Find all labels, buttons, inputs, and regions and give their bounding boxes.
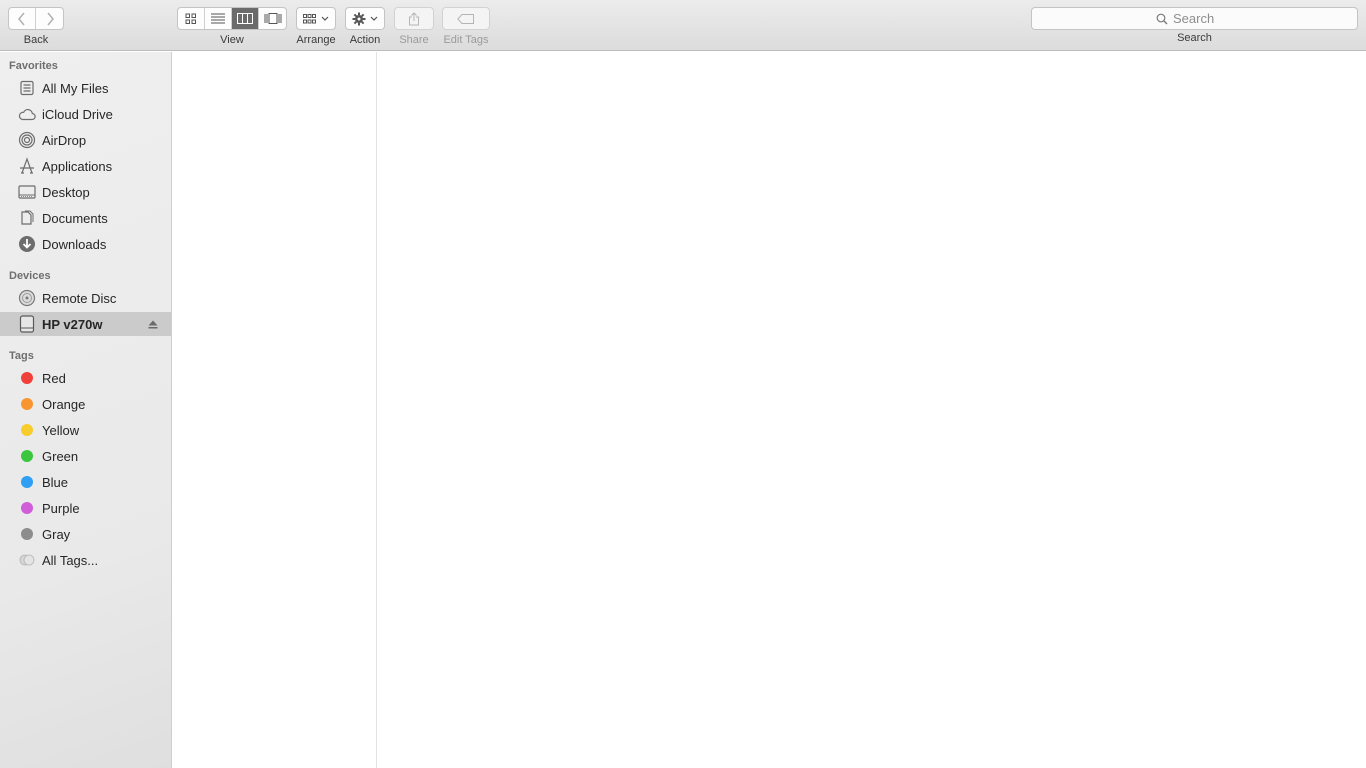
tag-color-dot-icon <box>17 498 37 518</box>
sidebar-item-remote-disc[interactable]: Remote Disc <box>0 286 171 310</box>
columns-icon <box>237 13 253 24</box>
sidebar-item-hp-v270w[interactable]: HP v270w <box>0 312 171 336</box>
back-button[interactable] <box>9 8 36 29</box>
sidebar-tag-all-tags[interactable]: All Tags... <box>0 548 171 572</box>
column-view-button[interactable] <box>232 8 259 29</box>
view-group: View <box>177 7 287 47</box>
icon-view-button[interactable] <box>178 8 205 29</box>
tags-heading: Tags <box>9 350 34 362</box>
cloud-icon <box>17 104 37 124</box>
list-view-button[interactable] <box>205 8 232 29</box>
sidebar-tag-blue[interactable]: Blue <box>0 470 171 494</box>
sidebar-item-label: All My Files <box>42 80 109 96</box>
sidebar-item-airdrop[interactable]: AirDrop <box>0 128 171 152</box>
sidebar-item-label: All Tags... <box>42 552 99 568</box>
search-field[interactable] <box>1031 7 1358 30</box>
tag-color-dot-icon <box>17 394 37 414</box>
share-group: Share <box>394 7 434 47</box>
arrange-button[interactable] <box>296 7 336 30</box>
arrange-grid-icon <box>303 13 329 23</box>
edit-tags-group: Edit Tags <box>442 7 490 47</box>
sidebar-item-label: Green <box>42 448 79 464</box>
sidebar-item-downloads[interactable]: Downloads <box>0 232 171 256</box>
sidebar-item-label: Yellow <box>42 422 80 438</box>
tag-icon <box>457 13 474 24</box>
applications-icon <box>17 156 37 176</box>
sidebar-item-label: Red <box>42 370 66 386</box>
gear-icon <box>352 12 378 25</box>
action-group: Action <box>345 7 385 47</box>
chevron-left-icon <box>18 12 25 25</box>
all-tags-icon <box>17 550 37 570</box>
all-files-icon <box>17 78 37 98</box>
cover-flow-button[interactable] <box>259 8 286 29</box>
search-icon <box>1156 13 1168 24</box>
sidebar-tag-gray[interactable]: Gray <box>0 522 171 546</box>
icon-grid-icon <box>185 13 196 24</box>
sidebar-tag-red[interactable]: Red <box>0 366 171 390</box>
sidebar-item-documents[interactable]: Documents <box>0 206 171 230</box>
share-label: Share <box>399 34 429 46</box>
view-switcher <box>177 7 287 30</box>
drive-icon <box>17 314 37 334</box>
desktop-icon <box>17 182 37 202</box>
forward-button[interactable] <box>36 8 63 29</box>
tag-color-dot-icon <box>17 420 37 440</box>
tag-color-dot-icon <box>17 472 37 492</box>
sidebar-tag-yellow[interactable]: Yellow <box>0 418 171 442</box>
eject-icon[interactable] <box>147 317 159 331</box>
sidebar-tag-green[interactable]: Green <box>0 444 171 468</box>
sidebar-item-label: Desktop <box>42 184 90 200</box>
sidebar-item-label: Blue <box>42 474 69 490</box>
sidebar-item-label: Applications <box>42 158 113 174</box>
edit-tags-label: Edit Tags <box>443 34 489 46</box>
toolbar: Back View Arrange Action Share Edit Tags… <box>0 0 1366 51</box>
search-input[interactable] <box>1173 11 1233 26</box>
list-lines-icon <box>211 13 225 24</box>
favorites-heading: Favorites <box>9 60 58 72</box>
edit-tags-button[interactable] <box>442 7 490 30</box>
action-button[interactable] <box>345 7 385 30</box>
sidebar-item-label: Gray <box>42 526 71 542</box>
sidebar: Favorites All My Files iCloud Drive AirD… <box>0 52 172 768</box>
sidebar-item-label: iCloud Drive <box>42 106 113 122</box>
column-divider[interactable] <box>376 52 377 768</box>
share-icon <box>409 11 419 25</box>
sidebar-item-icloud-drive[interactable]: iCloud Drive <box>0 102 171 126</box>
cover-flow-icon <box>264 13 281 24</box>
chevron-right-icon <box>46 12 54 25</box>
documents-icon <box>17 208 37 228</box>
sidebar-item-desktop[interactable]: Desktop <box>0 180 171 204</box>
sidebar-item-label: Purple <box>42 500 80 516</box>
arrange-label: Arrange <box>296 34 336 46</box>
devices-heading: Devices <box>9 270 51 282</box>
disc-icon <box>17 288 37 308</box>
sidebar-item-label: AirDrop <box>42 132 87 148</box>
back-label: Back <box>23 34 49 46</box>
sidebar-item-applications[interactable]: Applications <box>0 154 171 178</box>
downloads-icon <box>17 234 37 254</box>
share-button[interactable] <box>394 7 434 30</box>
tag-color-dot-icon <box>17 524 37 544</box>
view-label: View <box>220 34 244 46</box>
tag-color-dot-icon <box>17 446 37 466</box>
tag-color-dot-icon <box>17 368 37 388</box>
sidebar-item-all-my-files[interactable]: All My Files <box>0 76 171 100</box>
sidebar-item-label: Remote Disc <box>42 290 117 306</box>
search-label: Search <box>1177 32 1212 44</box>
nav-buttons <box>8 7 64 30</box>
back-forward-group: Back <box>8 7 64 47</box>
action-label: Action <box>349 34 381 46</box>
sidebar-item-label: Downloads <box>42 236 107 252</box>
sidebar-tag-orange[interactable]: Orange <box>0 392 171 416</box>
sidebar-tag-purple[interactable]: Purple <box>0 496 171 520</box>
airdrop-icon <box>17 130 37 150</box>
sidebar-item-label: Documents <box>42 210 108 226</box>
sidebar-item-label: HP v270w <box>42 316 103 332</box>
arrange-group: Arrange <box>296 7 336 47</box>
sidebar-item-label: Orange <box>42 396 86 412</box>
